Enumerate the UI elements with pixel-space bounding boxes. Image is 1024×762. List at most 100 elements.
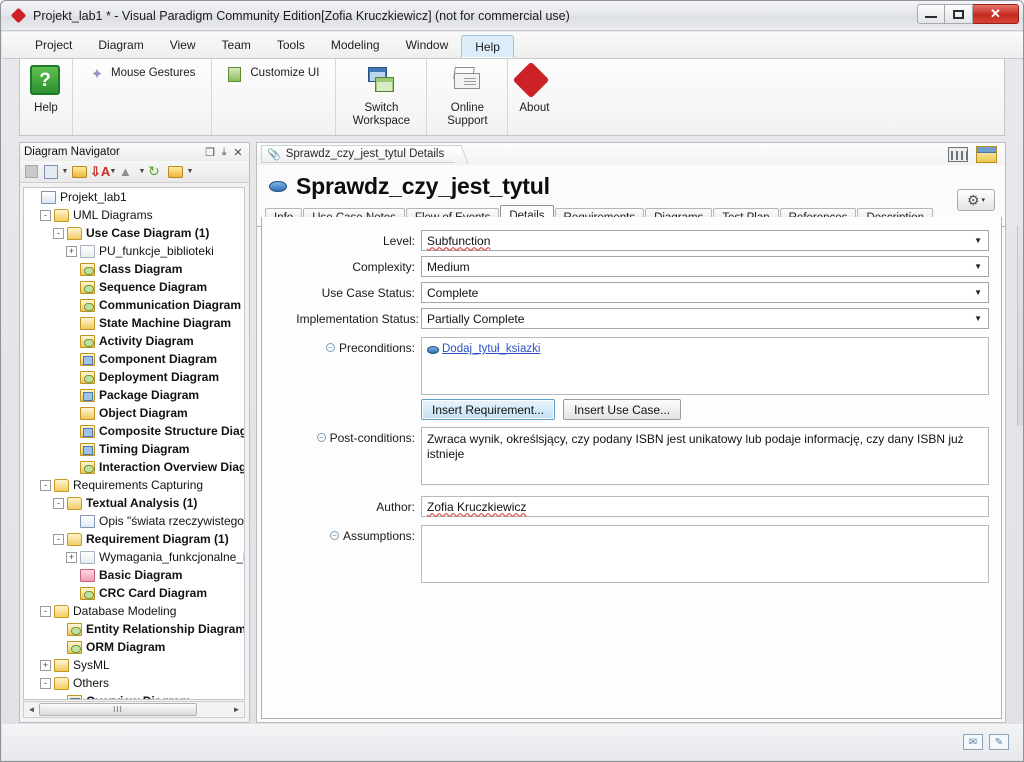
precondition-link[interactable]: Dodaj_tytuł_ksiazki [442,342,540,357]
filmstrip-icon[interactable] [948,147,968,162]
maximize-button[interactable] [945,4,973,24]
tree-item[interactable]: Composite Structure Diagram [24,422,244,440]
tree-horizontal-scrollbar[interactable]: ◄ III ► [23,701,245,718]
expand-toggle-icon[interactable]: + [66,551,77,563]
insert-use-case-button[interactable]: Insert Use Case... [563,399,682,420]
collapse-toggle-icon[interactable]: - [40,605,51,617]
collapse-toggle-icon[interactable]: - [40,209,51,221]
menu-team[interactable]: Team [209,32,264,58]
author-input[interactable]: Zofia Kruczkiewicz [421,496,989,517]
tree-item[interactable]: ORM Diagram [24,638,244,656]
tree-item[interactable]: Activity Diagram [24,332,244,350]
tree-item[interactable]: Basic Diagram [24,566,244,584]
switch-workspace-button[interactable]: Switch Workspace [336,59,426,135]
diagram-tree[interactable]: Projekt_lab1- UML Diagrams - Use Case Diagr… [23,187,245,700]
move-up-icon[interactable]: ▲ [119,163,136,180]
level-select[interactable]: Subfunction ▼ [421,230,989,251]
menu-project[interactable]: Project [22,32,85,58]
close-panel-button[interactable]: ✕ [231,146,245,159]
menu-modeling[interactable]: Modeling [318,32,393,58]
scroll-track[interactable]: III [39,702,229,717]
open-folder-icon[interactable] [71,163,88,180]
preconditions-list[interactable]: Dodaj_tytuł_ksiazki [421,337,989,395]
implementation-status-select[interactable]: Partially Complete ▼ [421,308,989,329]
dropdown-arrow-2-icon[interactable]: ▼ [109,168,117,175]
tree-item[interactable]: - Others [24,674,244,692]
menu-diagram[interactable]: Diagram [85,32,156,58]
pin-panel-button[interactable]: ⤓ [217,146,231,159]
close-button[interactable]: ✕ [973,4,1019,24]
collapse-toggle-icon[interactable]: - [40,479,51,491]
tree-item[interactable]: Interaction Overview Diagram [24,458,244,476]
implementation-status-label: Implementation Status: [296,312,419,326]
menu-view[interactable]: View [157,32,209,58]
tree-item[interactable]: + PU_funkcje_biblioteki [24,242,244,260]
minimize-button[interactable] [917,4,945,24]
customize-ui-button[interactable]: Customize UI [218,59,329,83]
tree-item[interactable]: + SysML [24,656,244,674]
scroll-left-arrow-icon[interactable]: ◄ [24,705,39,714]
edit-note-status-icon[interactable]: ✎ [989,734,1009,750]
tree-item[interactable]: Overview Diagram [24,692,244,699]
folder-view-icon[interactable] [167,163,184,180]
tree-item[interactable]: Communication Diagram [24,296,244,314]
tree-item[interactable]: Entity Relationship Diagram [24,620,244,638]
tree-item[interactable]: + Wymagania_funkcjonalne_i_n [24,548,244,566]
scroll-thumb[interactable]: III [39,703,197,716]
scroll-right-arrow-icon[interactable]: ► [229,705,244,714]
sort-icon[interactable]: ⇩A [90,163,110,180]
tree-item[interactable]: Projekt_lab1 [24,188,244,206]
list-item[interactable]: Dodaj_tytuł_ksiazki [427,342,983,357]
tree-item[interactable]: Component Diagram [24,350,244,368]
tree-item[interactable]: Timing Diagram [24,440,244,458]
expand-toggle-icon[interactable]: + [66,245,77,257]
tree-item[interactable]: Deployment Diagram [24,368,244,386]
mail-status-icon[interactable]: ✉ [963,734,983,750]
collapse-toggle-icon[interactable]: - [53,227,64,239]
tree-item[interactable]: - Use Case Diagram (1) [24,224,244,242]
tree-item[interactable]: - Textual Analysis (1) [24,494,244,512]
mouse-gestures-button[interactable]: ✦ Mouse Gestures [79,59,205,83]
online-support-button[interactable]: Online Support [427,59,507,135]
insert-requirement-button[interactable]: Insert Requirement... [421,399,556,420]
use-case-status-select[interactable]: Complete ▼ [421,282,989,303]
tree-item[interactable]: - UML Diagrams [24,206,244,224]
expand-toggle-icon[interactable]: + [40,659,51,671]
tree-item[interactable]: Opis "świata rzeczywistego" [24,512,244,530]
tree-item[interactable]: - Requirements Capturing [24,476,244,494]
about-button[interactable]: About [508,59,560,135]
tree-item[interactable]: Package Diagram [24,386,244,404]
tree-item[interactable]: Class Diagram [24,260,244,278]
new-diagram-icon[interactable] [42,163,59,180]
tree-item[interactable]: - Requirement Diagram (1) [24,530,244,548]
restore-panel-button[interactable]: ❐ [203,146,217,159]
menu-window[interactable]: Window [393,32,462,58]
menu-help[interactable]: Help [461,35,514,58]
blank-icon[interactable] [23,163,40,180]
tree-item[interactable]: Object Diagram [24,404,244,422]
dropdown-arrow-4-icon[interactable]: ▼ [186,168,194,175]
refresh-icon[interactable]: ↻ [148,163,165,180]
help-button[interactable]: ? Help [20,59,72,135]
use-case-oval-icon [427,345,439,354]
dropdown-arrow-1-icon[interactable]: ▼ [61,168,69,175]
menu-tools[interactable]: Tools [264,32,318,58]
post-conditions-textarea[interactable]: Zwraca wynik, określsjący, czy podany IS… [421,427,989,485]
tree-node-icon [80,406,95,420]
tree-item[interactable]: State Machine Diagram [24,314,244,332]
breadcrumb-item[interactable]: 📎 Sprawdz_czy_jest_tytul Details [261,145,460,163]
collapse-icon[interactable]: − [316,433,326,442]
tree-item-label: Wymagania_funkcjonalne_i_n [99,550,245,564]
complexity-select[interactable]: Medium ▼ [421,256,989,277]
collapse-icon[interactable]: − [325,343,335,352]
tree-item[interactable]: CRC Card Diagram [24,584,244,602]
window-layout-icon[interactable] [976,146,997,163]
collapse-toggle-icon[interactable]: - [53,497,64,509]
collapse-toggle-icon[interactable]: - [53,533,64,545]
tree-item[interactable]: Sequence Diagram [24,278,244,296]
assumptions-textarea[interactable] [421,525,989,583]
collapse-icon[interactable]: − [329,531,339,540]
dropdown-arrow-3-icon[interactable]: ▼ [138,168,146,175]
tree-item[interactable]: - Database Modeling [24,602,244,620]
collapse-toggle-icon[interactable]: - [40,677,51,689]
